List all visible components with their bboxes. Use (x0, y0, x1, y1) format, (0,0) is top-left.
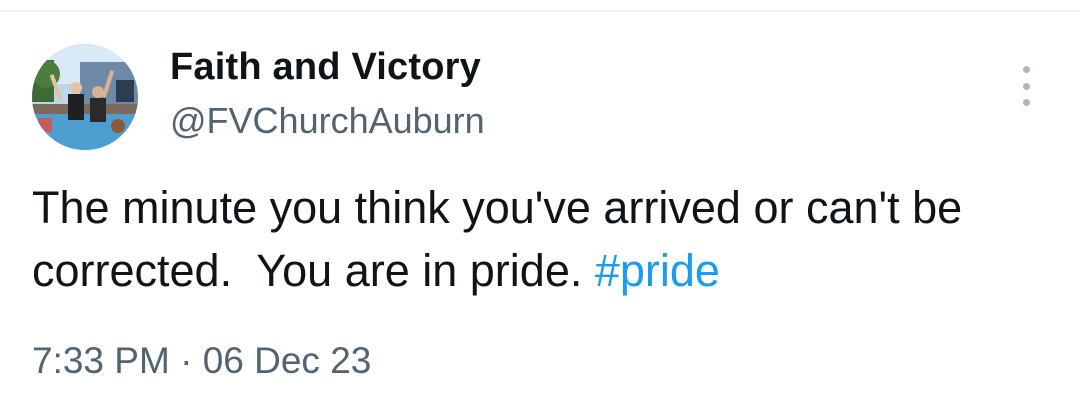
tweet-text: The minute you think you've arrived or c… (32, 176, 1042, 302)
hashtag-link[interactable]: #pride (595, 245, 720, 296)
timestamp-separator: · (180, 340, 193, 381)
avatar-photo-icon (32, 44, 138, 150)
vertical-ellipsis-icon (1022, 66, 1030, 73)
more-options-button[interactable] (1008, 66, 1044, 106)
tweet-date: 06 Dec 23 (202, 340, 372, 381)
tweet-time: 7:33 PM (32, 340, 170, 381)
author-avatar[interactable] (32, 44, 138, 150)
vertical-ellipsis-icon-dot-3 (1022, 99, 1030, 106)
top-divider (0, 10, 1080, 12)
vertical-ellipsis-icon-dot-2 (1022, 82, 1030, 90)
author-display-name[interactable]: Faith and Victory (170, 46, 481, 89)
tweet-timestamp[interactable]: 7:33 PM · 06 Dec 23 (32, 340, 371, 382)
tweet-body: The minute you think you've arrived or c… (32, 182, 975, 296)
author-handle[interactable]: @FVChurchAuburn (170, 100, 485, 142)
